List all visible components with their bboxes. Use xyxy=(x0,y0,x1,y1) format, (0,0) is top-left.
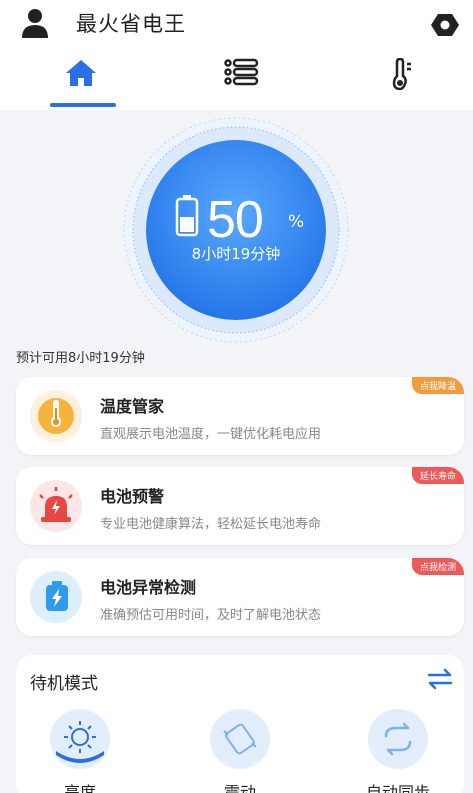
brightness-icon xyxy=(50,709,110,769)
card-title: 电池异常检测 xyxy=(100,578,197,597)
mode-label: 震动 xyxy=(223,783,256,793)
gear-icon[interactable] xyxy=(430,12,460,38)
app-title: 最火省电王 xyxy=(76,12,186,36)
thermometer-icon xyxy=(28,389,84,443)
top-bar: 最火省电王 xyxy=(0,0,473,110)
tab-temperature[interactable] xyxy=(376,58,426,102)
swap-icon[interactable] xyxy=(426,667,454,691)
card-battery-anomaly[interactable]: 电池异常检测 准确预估可用时间，及时了解电池状态 点我检测 xyxy=(16,558,464,636)
battery-bolt-icon xyxy=(28,570,84,624)
card-description: 专业电池健康算法，轻松延长电池寿命 xyxy=(100,517,322,532)
card-badge[interactable]: 点我降温 xyxy=(411,377,464,394)
percent-unit: % xyxy=(288,212,305,232)
user-icon[interactable] xyxy=(20,6,50,40)
list-icon xyxy=(224,58,259,86)
card-temperature-manager[interactable]: 温度管家 直观展示电池温度，一键优化耗电应用 点我降温 xyxy=(16,377,464,455)
standby-mode-panel: 待机模式 亮度 震动 自动同步 xyxy=(16,655,464,793)
card-badge[interactable]: 延长寿命 xyxy=(411,467,464,484)
battery-percentage: 50 xyxy=(207,191,264,249)
mode-auto-sync[interactable]: 自动同步 xyxy=(348,709,448,793)
thermometer-icon xyxy=(392,58,411,90)
card-description: 准确预估可用时间，及时了解电池状态 xyxy=(100,608,322,623)
card-title: 温度管家 xyxy=(100,397,165,416)
tab-home[interactable] xyxy=(56,58,106,102)
mode-brightness[interactable]: 亮度 xyxy=(30,709,130,793)
standby-title: 待机模式 xyxy=(30,674,98,694)
card-badge[interactable]: 点我检测 xyxy=(411,558,464,575)
home-icon xyxy=(66,60,96,86)
card-description: 直观展示电池温度，一键优化耗电应用 xyxy=(100,427,322,442)
card-title: 电池预警 xyxy=(100,487,165,506)
mode-vibrate[interactable]: 震动 xyxy=(190,709,290,793)
estimate-text: 预计可用8小时19分钟 xyxy=(16,351,145,366)
mode-label: 亮度 xyxy=(63,783,96,793)
card-battery-warning[interactable]: 电池预警 专业电池健康算法，轻松延长电池寿命 延长寿命 xyxy=(16,467,464,545)
tab-list[interactable] xyxy=(216,58,266,102)
active-tab-indicator xyxy=(50,103,116,107)
sync-icon xyxy=(368,709,428,769)
alarm-light-icon xyxy=(28,479,84,533)
mode-label: 自动同步 xyxy=(365,783,430,793)
battery-gauge: 50 % 8小时19分钟 xyxy=(111,115,361,345)
remaining-time: 8小时19分钟 xyxy=(191,245,281,263)
vibrate-icon xyxy=(210,709,270,769)
